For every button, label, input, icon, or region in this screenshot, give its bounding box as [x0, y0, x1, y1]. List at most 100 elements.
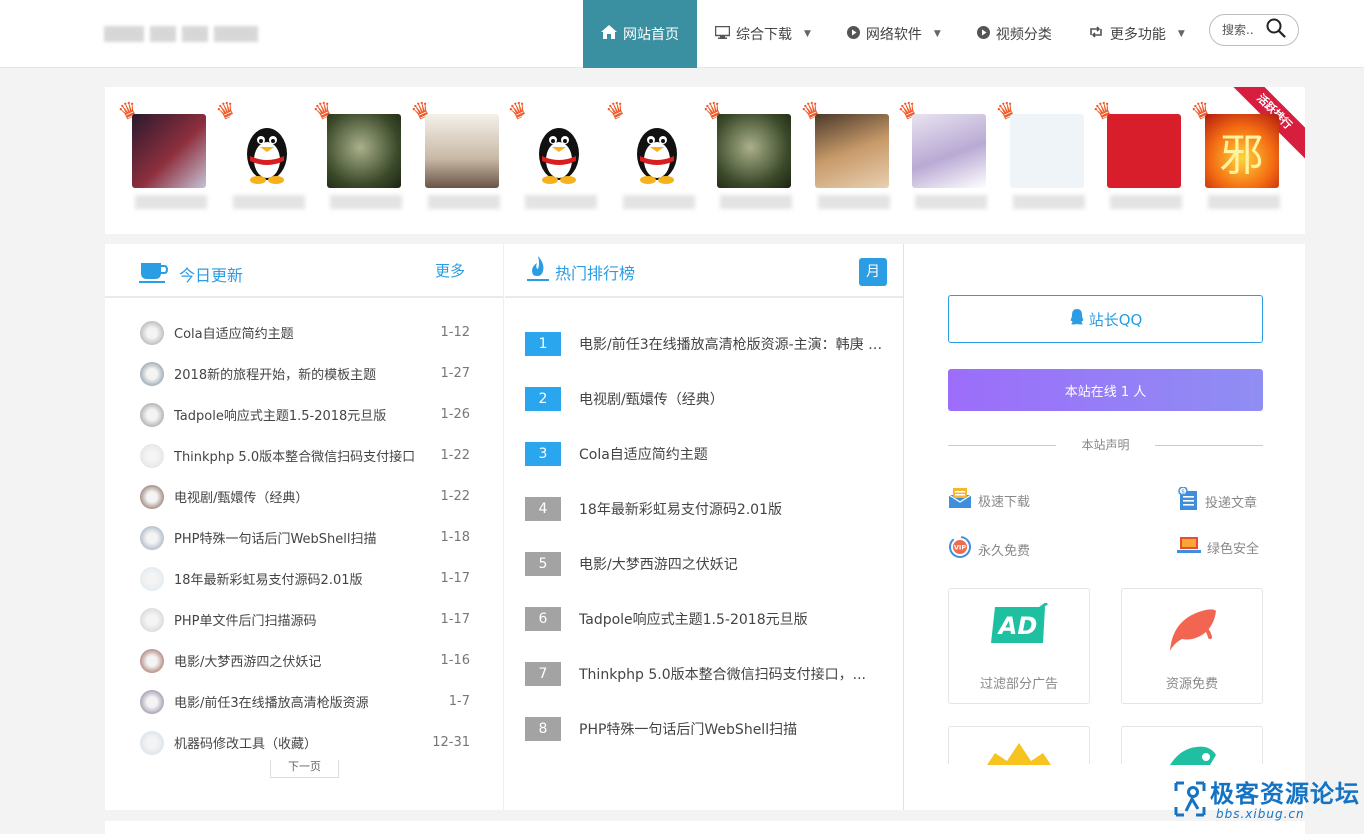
- ranking-item[interactable]: 5 电影/大梦西游四之伏妖记: [505, 536, 904, 591]
- active-user[interactable]: ♛ 邪: [1187, 87, 1300, 234]
- feature-label: 极速下载: [978, 494, 1031, 510]
- crown-icon: [985, 743, 1053, 769]
- rank-badge: 2: [525, 386, 561, 411]
- nav-video-label: 视频分类: [995, 27, 1052, 43]
- period-month-toggle[interactable]: 月: [859, 258, 887, 286]
- item-title: 电视剧/甄嬛传（经典）: [174, 491, 309, 506]
- active-user[interactable]: ♛: [1090, 87, 1202, 234]
- card-partial[interactable]: [1121, 726, 1263, 765]
- ad-block-icon: AD: [989, 601, 1049, 651]
- chevron-down-icon: ▼: [933, 29, 941, 39]
- active-user[interactable]: ♛: [505, 87, 617, 234]
- today-more-link[interactable]: 更多: [435, 260, 465, 281]
- item-title: PHP单文件后门扫描源码: [174, 614, 317, 629]
- feature-green-safe: 绿色安全: [1177, 535, 1259, 559]
- feature-label: 绿色安全: [1207, 541, 1260, 557]
- ranking-item[interactable]: 2 电视剧/甄嬛传（经典）: [505, 371, 904, 426]
- item-date: 1-27: [440, 366, 470, 381]
- nav-more[interactable]: 更多功能 ▼: [1070, 0, 1203, 68]
- coffee-cup-icon: [139, 259, 169, 289]
- envelope-icon: [948, 487, 972, 513]
- list-item[interactable]: PHP单文件后门扫描源码 1-17: [105, 599, 504, 640]
- item-title: 电影/大梦西游四之伏妖记: [174, 655, 322, 670]
- active-user[interactable]: ♛: [407, 87, 520, 234]
- item-thumbnail: [140, 402, 164, 427]
- active-users-strip: 活跃排行 ♛ ♛ ♛ ♛ ♛ ♛ ♛ ♛ ♛ ♛ ♛ ♛ 邪: [105, 87, 1305, 234]
- ranking-item[interactable]: 3 Cola自适应简约主题: [505, 426, 904, 481]
- rank-badge: 1: [525, 331, 561, 356]
- item-thumbnail: [140, 320, 164, 345]
- watermark-title: 极客资源论坛: [1210, 780, 1360, 808]
- card-free-resources[interactable]: 资源免费: [1121, 588, 1263, 704]
- active-user[interactable]: ♛: [115, 87, 227, 234]
- active-user[interactable]: ♛: [212, 87, 325, 234]
- search-input[interactable]: [1222, 23, 1266, 37]
- play-circle-icon: [846, 25, 860, 43]
- item-thumbnail: [140, 361, 164, 386]
- today-updates-column: 今日更新 更多 Cola自适应简约主题 1-12 2018新的旅程开始，新的模板主题…: [105, 244, 504, 810]
- list-item[interactable]: Cola自适应简约主题 1-12: [105, 312, 504, 353]
- item-title: PHP特殊一句话后门WebShell扫描: [174, 532, 377, 547]
- item-title: 18年最新彩虹易支付源码2.01版: [174, 573, 363, 588]
- search-box: [1209, 14, 1299, 46]
- nav-downloads[interactable]: 综合下载 ▼: [697, 0, 829, 68]
- nav-home[interactable]: 网站首页: [583, 0, 697, 68]
- card-partial[interactable]: [948, 726, 1090, 765]
- list-item[interactable]: PHP特殊一句话后门WebShell扫描 1-18: [105, 517, 504, 558]
- item-title: Cola自适应简约主题: [174, 327, 294, 342]
- webmaster-qq-label: 站长QQ: [1088, 310, 1143, 329]
- ranking-item[interactable]: 6 Tadpole响应式主题1.5-2018元旦版: [505, 591, 904, 646]
- ranking-item[interactable]: 9: [505, 756, 904, 764]
- feature-label: 投递文章: [1205, 495, 1258, 511]
- home-icon: [601, 25, 617, 43]
- list-item[interactable]: 机器码修改工具（收藏） 12-31: [105, 722, 504, 763]
- chevron-down-icon: ▼: [1177, 29, 1185, 39]
- item-date: 1-22: [440, 448, 470, 463]
- site-logo[interactable]: [104, 22, 304, 46]
- active-user[interactable]: ♛: [895, 87, 1007, 234]
- active-user[interactable]: ♛: [310, 87, 422, 234]
- list-item[interactable]: 电视剧/甄嬛传（经典） 1-22: [105, 476, 504, 517]
- nav-more-label: 更多功能: [1109, 27, 1166, 43]
- hot-ranking-list: 1 电影/前任3在线播放高清枪版资源-主演：韩庚 郑恺 2 电视剧/甄嬛传（经典） 3 C…: [505, 316, 904, 764]
- ranking-item[interactable]: 7 Thinkphp 5.0版本整合微信扫码支付接口，...: [505, 646, 904, 701]
- list-item[interactable]: 电影/大梦西游四之伏妖记 1-16: [105, 640, 504, 681]
- item-date: 12-31: [432, 735, 470, 750]
- item-title: 机器码修改工具（收藏）: [174, 737, 318, 752]
- active-user[interactable]: ♛: [602, 87, 715, 234]
- ranking-title: Tadpole响应式主题1.5-2018元旦版: [579, 611, 808, 628]
- item-title: Tadpole响应式主题1.5-2018元旦版: [174, 409, 387, 424]
- rank-badge: 8: [525, 716, 561, 741]
- ranking-title: 电视剧/甄嬛传（经典）: [579, 391, 724, 408]
- search-icon[interactable]: [1266, 18, 1286, 42]
- svg-text:AD: AD: [997, 612, 1038, 640]
- ranking-item[interactable]: 8 PHP特殊一句话后门WebShell扫描: [505, 701, 904, 756]
- active-user[interactable]: ♛: [797, 87, 910, 234]
- webmaster-qq-button[interactable]: 站长QQ: [948, 295, 1263, 343]
- list-item[interactable]: Tadpole响应式主题1.5-2018元旦版 1-26: [105, 394, 504, 435]
- avatar: [1107, 114, 1181, 188]
- svg-text:$: $: [1181, 489, 1185, 496]
- ranking-item[interactable]: 4 18年最新彩虹易支付源码2.01版: [505, 481, 904, 536]
- ranking-title: 18年最新彩虹易支付源码2.01版: [579, 501, 782, 518]
- active-user[interactable]: ♛: [992, 87, 1105, 234]
- logo-blurred-text: [214, 26, 258, 42]
- avatar: [1009, 114, 1084, 188]
- active-user[interactable]: ♛: [700, 87, 812, 234]
- forum-watermark: 极客资源论坛 bbs.xibug.cn: [1170, 772, 1360, 830]
- list-item[interactable]: 2018新的旅程开始，新的模板主题 1-27: [105, 353, 504, 394]
- list-item[interactable]: 18年最新彩虹易支付源码2.01版 1-17: [105, 558, 504, 599]
- flame-icon: [527, 254, 549, 288]
- blurred-username: [232, 195, 305, 209]
- ranking-item[interactable]: 1 电影/前任3在线播放高清枪版资源-主演：韩庚 郑恺: [505, 316, 904, 371]
- main-nav: 网站首页 综合下载 ▼ 网络软件 ▼ 视频分类 更多功能 ▼: [583, 0, 1203, 68]
- list-item[interactable]: Thinkphp 5.0版本整合微信扫码支付接口 1-22: [105, 435, 504, 476]
- nav-video[interactable]: 视频分类: [959, 0, 1070, 68]
- card-ad-filter[interactable]: AD 过滤部分广告: [948, 588, 1090, 704]
- nav-software[interactable]: 网络软件 ▼: [829, 0, 959, 68]
- today-pager[interactable]: 下一页: [270, 760, 339, 778]
- hot-ranking-header: 热门排行榜 月: [505, 244, 903, 298]
- item-thumbnail: [140, 648, 164, 673]
- list-item[interactable]: 电影/前任3在线播放高清枪版资源 1-7: [105, 681, 504, 722]
- online-count-button[interactable]: 本站在线 1 人: [948, 369, 1263, 411]
